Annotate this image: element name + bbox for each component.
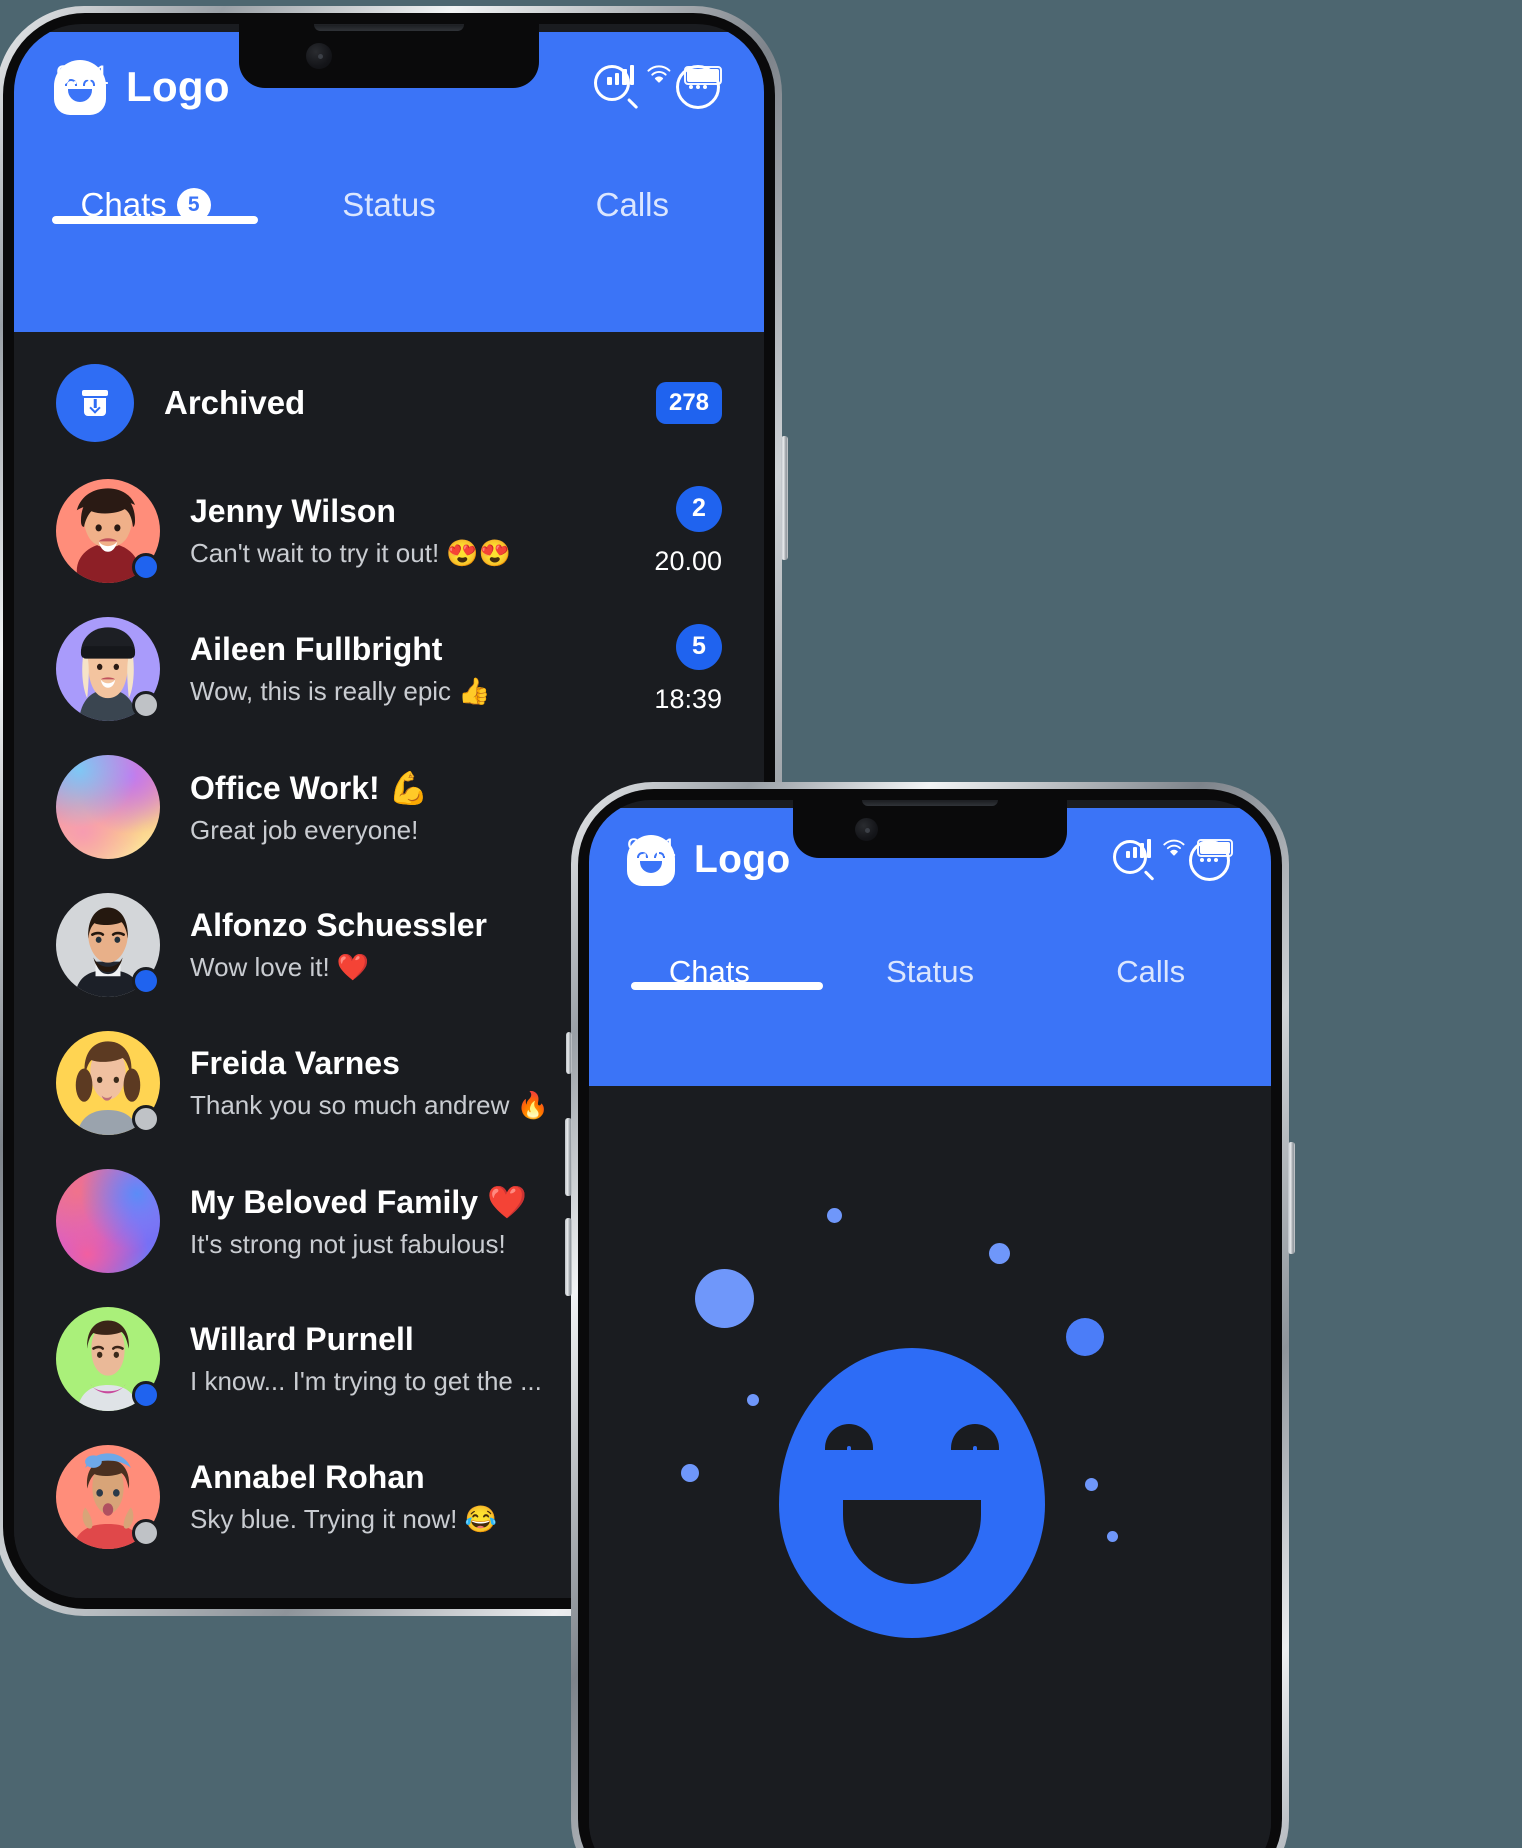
unread-badge: 5	[676, 623, 722, 670]
chat-row-aileen-fullbright[interactable]: Aileen Fullbright Wow, this is really ep…	[14, 600, 764, 738]
phone-secondary-mockup: 9:41 Logo Chats Status Calls	[565, 782, 1295, 1848]
phone-secondary-power-button[interactable]	[1288, 1142, 1295, 1254]
phone-secondary-silent-switch[interactable]	[566, 1032, 572, 1074]
archived-label: Archived	[164, 384, 306, 421]
phone-secondary-screen: 9:41 Logo Chats Status Calls	[589, 800, 1271, 1848]
tab-calls-label: Calls	[595, 186, 669, 223]
phone-main-power-button[interactable]	[781, 436, 788, 560]
status-dot-online	[132, 967, 160, 995]
tab-bar-secondary: Chats Status Calls	[589, 912, 1271, 990]
empty-state-illustration	[589, 1086, 1271, 1848]
phone-secondary-earpiece-icon	[862, 800, 998, 806]
archived-row[interactable]: Archived 278	[14, 344, 764, 462]
archived-icon-wrap	[56, 364, 134, 442]
archive-box-icon	[56, 364, 134, 442]
chat-meta: 2 20.00	[654, 485, 722, 577]
phone-secondary-volume-down[interactable]	[565, 1218, 572, 1296]
status-indicators	[1126, 838, 1233, 858]
wifi-icon	[647, 65, 671, 83]
battery-full-icon	[1197, 839, 1233, 857]
phone-secondary-volume-up[interactable]	[565, 1118, 572, 1196]
chat-meta: 5 18:39	[654, 623, 722, 715]
avatar-wrap	[56, 755, 160, 859]
avatar-wrap	[56, 1031, 160, 1135]
status-dot-online	[132, 553, 160, 581]
smiley-mouth-icon	[843, 1500, 981, 1584]
signal-bars-icon	[1126, 838, 1151, 858]
status-dot-offline	[132, 1519, 160, 1547]
chat-text-wrap: Aileen Fullbright Wow, this is really ep…	[190, 631, 624, 707]
status-dot-online	[132, 1381, 160, 1409]
status-time: 9:41	[56, 59, 110, 90]
tab-bar-main: Chats 5 Status Calls	[14, 142, 764, 224]
chat-message: Can't wait to try it out! 😍😍	[190, 538, 512, 568]
front-camera-icon	[854, 817, 878, 841]
screenshot-stage: 9:41 Logo Chats 5 Status Calls Archived …	[0, 0, 1522, 1848]
decor-dot	[1085, 1478, 1098, 1491]
phone-main-earpiece-icon	[314, 24, 464, 31]
chat-time: 20.00	[654, 545, 722, 576]
tab-status[interactable]: Status	[820, 954, 1041, 990]
avatar-wrap	[56, 893, 160, 997]
tab-status-label: Status	[342, 186, 436, 223]
tab-active-indicator	[631, 982, 823, 990]
chat-name: Jenny Wilson	[190, 493, 396, 529]
tab-calls-label: Calls	[1116, 954, 1186, 989]
avatar-wrap	[56, 617, 160, 721]
status-dot-offline	[132, 691, 160, 719]
front-camera-icon	[306, 43, 332, 69]
chat-name: Aileen Fullbright	[190, 631, 443, 667]
avatar-wrap	[56, 1445, 160, 1549]
wifi-icon	[1163, 839, 1185, 856]
battery-full-icon	[684, 65, 722, 85]
chat-message: Wow, this is really epic 👍	[190, 676, 491, 706]
archived-count-wrap: 278	[656, 382, 722, 424]
decor-dot	[1066, 1318, 1104, 1356]
decor-dot	[747, 1394, 759, 1406]
tab-calls[interactable]: Calls	[511, 186, 754, 224]
archived-label-wrap: Archived	[164, 384, 626, 422]
chat-time: 18:39	[654, 683, 722, 714]
smiley-eye-left-icon	[825, 1424, 873, 1450]
status-time: 9:41	[627, 833, 677, 862]
chat-text-wrap: Jenny Wilson Can't wait to try it out! 😍…	[190, 493, 624, 569]
decor-dot	[827, 1208, 842, 1223]
status-dot-offline	[132, 1105, 160, 1133]
tab-status-label: Status	[886, 954, 974, 989]
signal-bars-icon	[607, 65, 634, 85]
big-smiley-face-illustration	[779, 1348, 1045, 1638]
tab-status[interactable]: Status	[267, 186, 510, 224]
avatar-wrap	[56, 479, 160, 583]
avatar-gradient	[56, 755, 160, 859]
avatar-gradient	[56, 1169, 160, 1273]
tab-calls[interactable]: Calls	[1040, 954, 1261, 990]
avatar-wrap	[56, 1169, 160, 1273]
decor-dot	[695, 1269, 754, 1328]
decor-dot	[681, 1464, 699, 1482]
avatar-wrap	[56, 1307, 160, 1411]
tab-active-indicator	[52, 216, 258, 224]
phone-secondary-notch	[793, 800, 1067, 858]
smiley-eye-right-icon	[951, 1424, 999, 1450]
archived-count-badge: 278	[656, 382, 722, 424]
phone-main-notch	[239, 24, 539, 88]
decor-dot	[1107, 1531, 1118, 1542]
decor-dot	[989, 1243, 1010, 1264]
unread-badge: 2	[676, 485, 722, 532]
status-indicators	[607, 65, 722, 85]
chat-row-jenny-wilson[interactable]: Jenny Wilson Can't wait to try it out! 😍…	[14, 462, 764, 600]
